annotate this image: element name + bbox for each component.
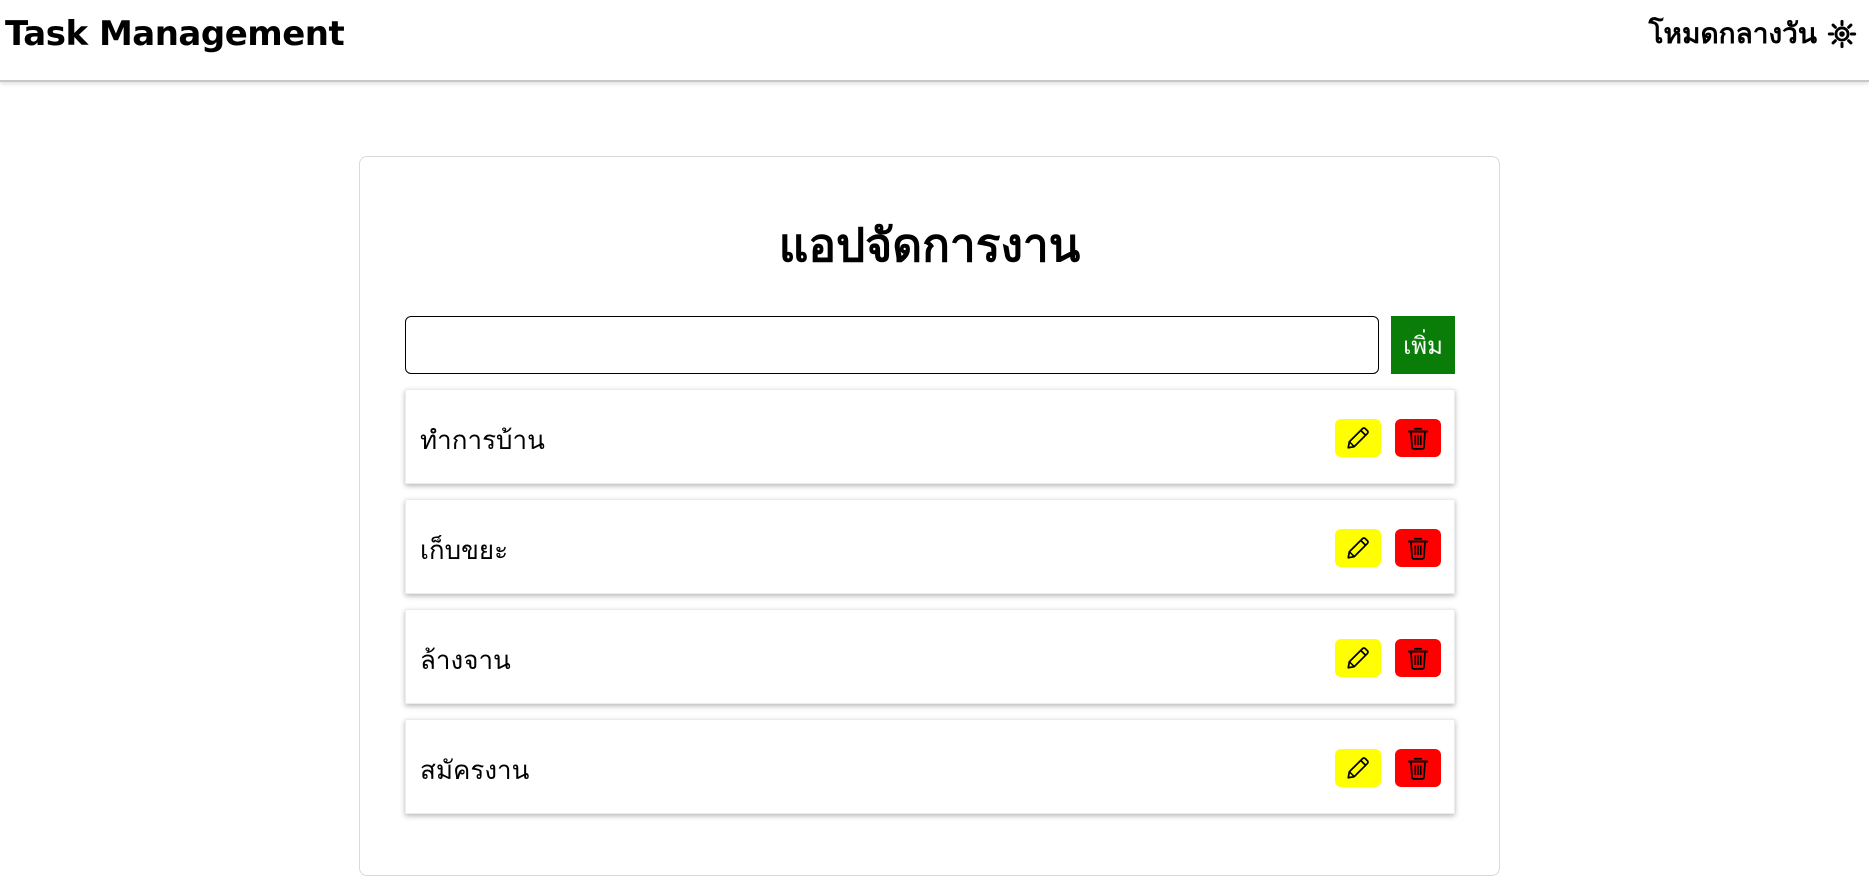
theme-toggle-button[interactable]: โหมดกลางวัน bbox=[1648, 14, 1857, 54]
pencil-icon bbox=[1347, 647, 1369, 669]
edit-task-button[interactable] bbox=[1335, 639, 1381, 677]
task-item: ล้างจาน bbox=[405, 609, 1455, 704]
theme-toggle-label: โหมดกลางวัน bbox=[1648, 17, 1817, 50]
task-item: ทำการบ้าน bbox=[405, 389, 1455, 484]
task-input[interactable] bbox=[405, 316, 1379, 374]
edit-task-button[interactable] bbox=[1335, 419, 1381, 457]
sun-icon bbox=[1827, 19, 1857, 49]
pencil-icon bbox=[1347, 537, 1369, 559]
task-text: ล้างจาน bbox=[420, 646, 511, 676]
add-task-button[interactable]: เพิ่ม bbox=[1391, 316, 1455, 374]
trash-icon bbox=[1407, 427, 1429, 450]
edit-task-button[interactable] bbox=[1335, 529, 1381, 567]
task-list: ทำการบ้าน เก็บขยะ ล้างจาน สมัครงาน bbox=[405, 389, 1455, 829]
navbar: Task Management โหมดกลางวัน bbox=[0, 0, 1869, 82]
task-text: เก็บขยะ bbox=[420, 536, 509, 566]
task-card: แอปจัดการงาน เพิ่ม ทำการบ้าน เก็บขยะ ล้า… bbox=[359, 156, 1500, 876]
page-title: แอปจัดการงาน bbox=[778, 218, 1081, 272]
delete-task-button[interactable] bbox=[1395, 749, 1441, 787]
task-text: สมัครงาน bbox=[420, 756, 530, 786]
task-item: สมัครงาน bbox=[405, 719, 1455, 814]
edit-task-button[interactable] bbox=[1335, 749, 1381, 787]
trash-icon bbox=[1407, 757, 1429, 780]
task-item: เก็บขยะ bbox=[405, 499, 1455, 594]
trash-icon bbox=[1407, 647, 1429, 670]
trash-icon bbox=[1407, 537, 1429, 560]
delete-task-button[interactable] bbox=[1395, 639, 1441, 677]
delete-task-button[interactable] bbox=[1395, 529, 1441, 567]
pencil-icon bbox=[1347, 757, 1369, 779]
delete-task-button[interactable] bbox=[1395, 419, 1441, 457]
pencil-icon bbox=[1347, 427, 1369, 449]
task-text: ทำการบ้าน bbox=[420, 426, 545, 456]
app-brand: Task Management bbox=[5, 14, 345, 54]
